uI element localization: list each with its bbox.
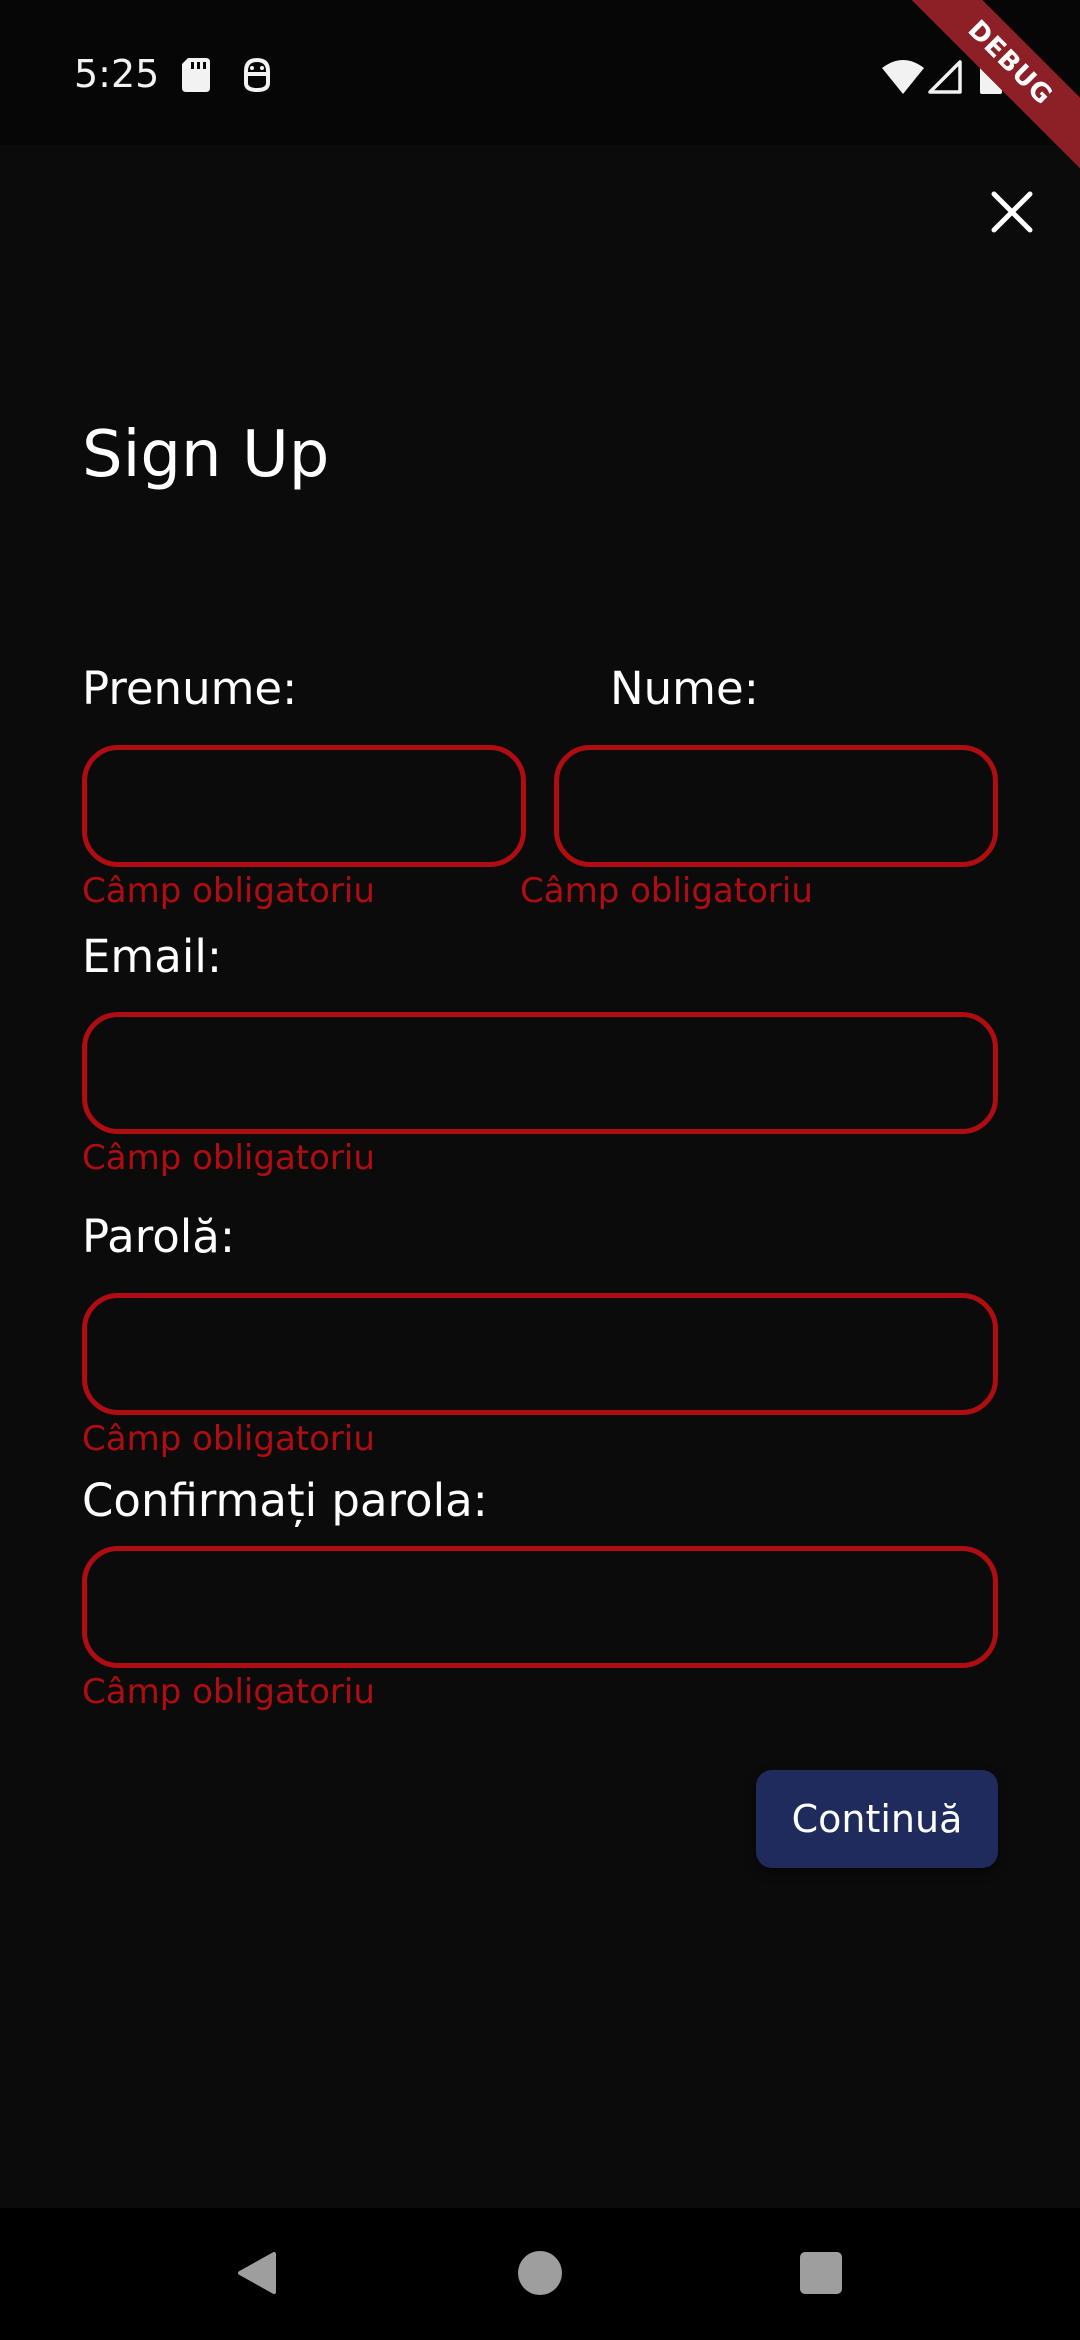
- first-name-error: Câmp obligatoriu: [82, 871, 375, 911]
- email-field[interactable]: [82, 1012, 998, 1134]
- status-bar: 5:25 DEBUG: [0, 0, 1080, 173]
- confirm-password-error: Câmp obligatoriu: [82, 1672, 375, 1712]
- signal-icon: [928, 60, 962, 94]
- recents-icon[interactable]: [800, 2252, 842, 2294]
- password-error: Câmp obligatoriu: [82, 1419, 375, 1459]
- confirm-password-field[interactable]: [82, 1546, 998, 1668]
- wifi-icon: [882, 60, 924, 94]
- status-time: 5:25: [74, 52, 160, 96]
- last-name-field[interactable]: [554, 745, 998, 867]
- first-name-field[interactable]: [82, 745, 526, 867]
- email-label: Email:: [82, 930, 223, 983]
- email-error: Câmp obligatoriu: [82, 1138, 375, 1178]
- password-field[interactable]: [82, 1293, 998, 1415]
- android-debug-icon: [244, 57, 270, 93]
- back-icon[interactable]: [234, 2250, 280, 2296]
- first-name-label: Prenume:: [82, 662, 298, 715]
- continue-button[interactable]: Continuă: [756, 1770, 998, 1868]
- page-title: Sign Up: [82, 418, 330, 492]
- sd-card-icon: [182, 58, 210, 92]
- confirm-password-label: Confirmați parola:: [82, 1474, 488, 1527]
- last-name-error: Câmp obligatoriu: [520, 871, 813, 911]
- last-name-label: Nume:: [610, 662, 759, 715]
- home-icon[interactable]: [518, 2251, 562, 2295]
- password-label: Parolă:: [82, 1210, 235, 1263]
- close-icon[interactable]: [990, 190, 1034, 234]
